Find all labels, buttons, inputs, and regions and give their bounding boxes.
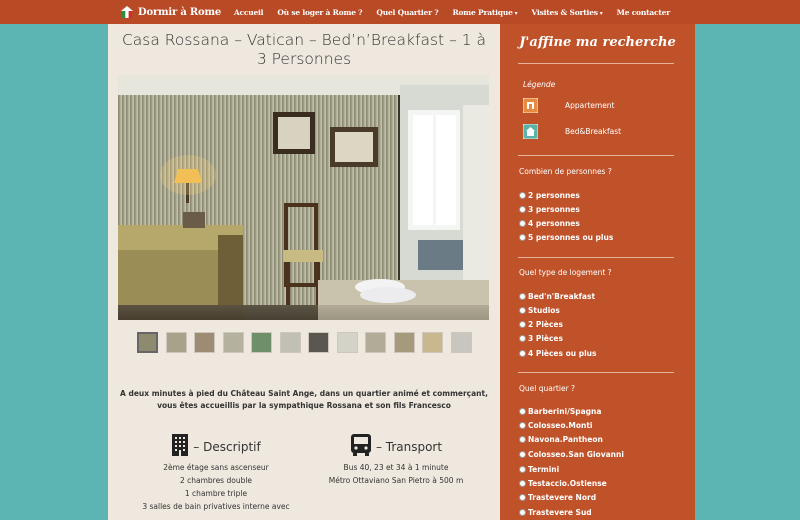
brand-logo[interactable]: Dormir à Rome [120, 4, 221, 20]
nav-home[interactable]: Accueil [227, 8, 270, 17]
main-photo[interactable] [118, 75, 489, 320]
radio-button[interactable] [519, 451, 526, 458]
transport-section: – Transport Bus 40, 23 et 34 à 1 minute … [311, 433, 481, 487]
brand-name: Dormir à Rome [138, 6, 222, 18]
legend-text: Appartement [565, 101, 615, 110]
divider [518, 155, 674, 156]
district-option[interactable]: Testaccio.Ostiense [519, 479, 607, 488]
thumbnail-3[interactable] [194, 332, 215, 353]
intro-text: A deux minutes à pied du Château Saint A… [120, 389, 488, 410]
district-option[interactable]: Trastevere Nord [519, 493, 596, 502]
page-title: Casa Rossana – Vatican – Bed’n’Breakfast… [121, 31, 487, 68]
radio-button[interactable] [519, 494, 526, 501]
description-title: – Descriptif [193, 440, 261, 454]
radio-button[interactable] [519, 234, 526, 241]
thumbnail-9[interactable] [365, 332, 386, 353]
transport-title: – Transport [375, 440, 443, 454]
persons-option[interactable]: 2 personnes [519, 191, 580, 200]
district-option[interactable]: Barberini/Spagna [519, 407, 601, 416]
description-line: 1 chambre triple [184, 489, 248, 498]
description-line: 3 salles de bain privatives interne avec [142, 502, 290, 511]
radio-button[interactable] [519, 220, 526, 227]
sidebar-title: J'affine ma recherche [519, 35, 676, 50]
radio-button[interactable] [519, 509, 526, 516]
radio-button[interactable] [519, 192, 526, 199]
radio-button[interactable] [519, 480, 526, 487]
lodging-option[interactable]: Studios [519, 306, 560, 315]
radio-button[interactable] [519, 321, 526, 328]
divider [518, 372, 674, 373]
apartment-icon [522, 97, 539, 114]
radio-button[interactable] [519, 436, 526, 443]
radio-button[interactable] [519, 206, 526, 213]
thumbnail-2[interactable] [165, 332, 187, 353]
lodging-option[interactable]: 4 Pièces ou plus [519, 349, 596, 358]
persons-option[interactable]: 4 personnes [519, 219, 580, 228]
persons-option[interactable]: 5 personnes ou plus [519, 233, 613, 242]
transport-line: Bus 40, 23 et 34 à 1 minute [343, 463, 449, 472]
description-line: 2ème étage sans ascenseur [163, 463, 269, 472]
district-option[interactable]: Colosseo.San Giovanni [519, 450, 624, 459]
radio-button[interactable] [519, 307, 526, 314]
caret-down-icon: ▾ [599, 9, 603, 17]
radio-button[interactable] [519, 408, 526, 415]
radio-button[interactable] [519, 466, 526, 473]
thumbnail-6[interactable] [279, 332, 301, 353]
nav-rome-pratique[interactable]: Rome Pratique ▾ [445, 8, 524, 17]
description-section: – Descriptif 2ème étage sans ascenseur 2… [131, 433, 301, 513]
legend-label: Légende [523, 80, 556, 89]
persons-option[interactable]: 3 personnes [519, 205, 580, 214]
description-line: 2 chambres double [179, 476, 253, 485]
filter-sidebar: J'affine ma recherche Légende Appartemen… [500, 24, 695, 520]
transport-line: Métro Ottaviano San Pietro à 500 m [328, 476, 464, 485]
nav-contact[interactable]: Me contacter [610, 8, 677, 17]
thumbnail-4[interactable] [222, 332, 244, 353]
main-nav: Accueil Où se loger à Rome ? Quel Quarti… [227, 0, 677, 24]
district-option[interactable]: Termini [519, 465, 559, 474]
divider [518, 63, 674, 64]
legend-text: Bed&Breakfast [565, 127, 622, 136]
bnb-icon [522, 123, 539, 140]
thumbnail-10[interactable] [393, 332, 415, 353]
lodging-question: Quel type de logement ? [519, 268, 612, 277]
legend-item-apartment: Appartement [522, 97, 615, 114]
radio-button[interactable] [519, 422, 526, 429]
district-option[interactable]: Trastevere Sud [519, 508, 592, 517]
house-flag-icon [120, 5, 134, 19]
top-navbar: Dormir à Rome Accueil Où se loger à Rome… [0, 0, 800, 24]
lodging-option[interactable]: 2 Pièces [519, 320, 563, 329]
nav-where-to-stay[interactable]: Où se loger à Rome ? [270, 8, 369, 17]
thumbnail-11[interactable] [422, 332, 443, 353]
caret-down-icon: ▾ [514, 9, 518, 17]
nav-visits[interactable]: Visites & Sorties ▾ [524, 8, 609, 17]
radio-button[interactable] [519, 335, 526, 342]
photo-thumbnails [137, 332, 472, 353]
building-icon [171, 433, 189, 461]
thumbnail-12[interactable] [450, 332, 472, 353]
lodging-option[interactable]: Bed'n'Breakfast [519, 292, 595, 301]
legend-item-bnb: Bed&Breakfast [522, 123, 622, 140]
thumbnail-7[interactable] [308, 332, 329, 353]
radio-button[interactable] [519, 293, 526, 300]
thumbnail-5[interactable] [251, 332, 272, 353]
thumbnail-1[interactable] [137, 332, 158, 353]
district-question: Quel quartier ? [519, 384, 576, 393]
bedroom-photo [118, 75, 489, 320]
divider [518, 257, 674, 258]
main-content: Casa Rossana – Vatican – Bed’n’Breakfast… [108, 24, 500, 520]
district-option[interactable]: Navona.Pantheon [519, 435, 603, 444]
radio-button[interactable] [519, 350, 526, 357]
district-option[interactable]: Colosseo.Monti [519, 421, 593, 430]
nav-which-district[interactable]: Quel Quartier ? [369, 8, 445, 17]
lodging-option[interactable]: 3 Pièces [519, 334, 563, 343]
persons-question: Combien de personnes ? [519, 167, 612, 176]
bus-icon [350, 433, 372, 461]
thumbnail-8[interactable] [336, 332, 358, 353]
